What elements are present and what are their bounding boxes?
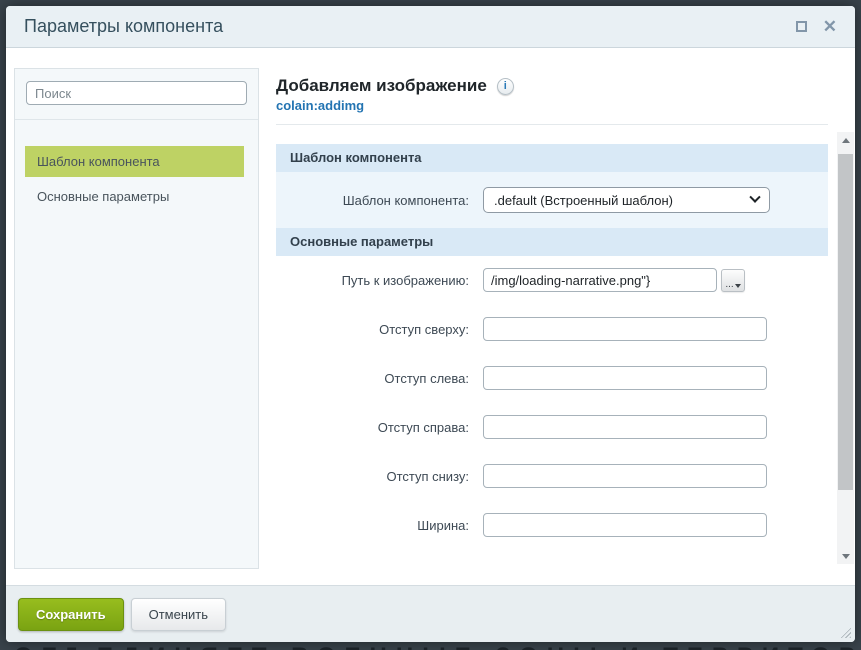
margin-top-input[interactable] (483, 317, 767, 341)
info-icon[interactable]: i (497, 78, 514, 95)
dialog-footer: Сохранить Отменить (6, 585, 855, 642)
sidebar-item-component-template[interactable]: Шаблон компонента (25, 146, 244, 177)
sidebar: Шаблон компонента Основные параметры (14, 68, 259, 569)
field-row-margin-left: Отступ слева: (276, 354, 828, 403)
image-path-label: Путь к изображению: (276, 273, 483, 288)
page-title: Добавляем изображение (276, 76, 487, 96)
width-input[interactable] (483, 513, 767, 537)
dropdown-arrow-icon (735, 284, 741, 288)
scroll-up-icon[interactable] (837, 132, 854, 148)
browse-button[interactable]: ... (721, 269, 745, 292)
template-select[interactable]: .default (Встроенный шаблон) (483, 187, 770, 213)
scrollbar-thumb[interactable] (838, 154, 853, 490)
chevron-down-icon (749, 192, 760, 203)
field-row-margin-right: Отступ справа: (276, 403, 828, 452)
component-id-link[interactable]: colain:addimg (276, 98, 828, 114)
cancel-button[interactable]: Отменить (131, 598, 226, 631)
margin-left-input[interactable] (483, 366, 767, 390)
margin-bottom-label: Отступ снизу: (276, 469, 483, 484)
field-row-margin-top: Отступ сверху: (276, 305, 828, 354)
sidebar-item-basic-parameters[interactable]: Основные параметры (25, 181, 244, 212)
window-controls: ✕ (796, 18, 855, 35)
scroll-down-icon[interactable] (837, 548, 854, 564)
section-header-basic: Основные параметры (276, 228, 828, 256)
field-row-width: Ширина: (276, 501, 828, 550)
section-header-template: Шаблон компонента (276, 144, 828, 172)
margin-bottom-input[interactable] (483, 464, 767, 488)
heading-divider (276, 124, 828, 125)
margin-top-label: Отступ сверху: (276, 322, 483, 337)
main-form-area: Добавляем изображение i colain:addimg Ша… (276, 70, 828, 550)
search-input[interactable] (26, 81, 247, 105)
sidebar-divider (15, 119, 258, 120)
template-select-label: Шаблон компонента: (276, 193, 483, 208)
background-page-text: ОБЪЕДИНЯЕТ ВОЕННЫЕ ЗОНЫ И ТЕРРИТОРИЯ ВОЗ… (14, 642, 861, 650)
template-select-value: .default (Встроенный шаблон) (494, 193, 673, 208)
ellipsis-icon: ... (725, 281, 733, 289)
dialog-title: Параметры компонента (6, 16, 223, 37)
margin-right-label: Отступ справа: (276, 420, 483, 435)
dialog-header: Параметры компонента ✕ (6, 6, 855, 48)
margin-right-input[interactable] (483, 415, 767, 439)
field-row-margin-bottom: Отступ снизу: (276, 452, 828, 501)
maximize-icon[interactable] (796, 21, 807, 32)
margin-left-label: Отступ слева: (276, 371, 483, 386)
field-row-image-path: Путь к изображению: ... (276, 256, 828, 305)
close-icon[interactable]: ✕ (823, 18, 837, 35)
component-parameters-dialog: Параметры компонента ✕ Шаблон компонента… (6, 6, 855, 642)
template-select-row: Шаблон компонента: .default (Встроенный … (276, 172, 828, 228)
vertical-scrollbar[interactable] (837, 132, 854, 564)
save-button[interactable]: Сохранить (18, 598, 124, 631)
resize-grip[interactable] (838, 625, 851, 638)
width-label: Ширина: (276, 518, 483, 533)
sidebar-items: Шаблон компонента Основные параметры (15, 146, 258, 212)
image-path-input[interactable] (483, 268, 717, 292)
